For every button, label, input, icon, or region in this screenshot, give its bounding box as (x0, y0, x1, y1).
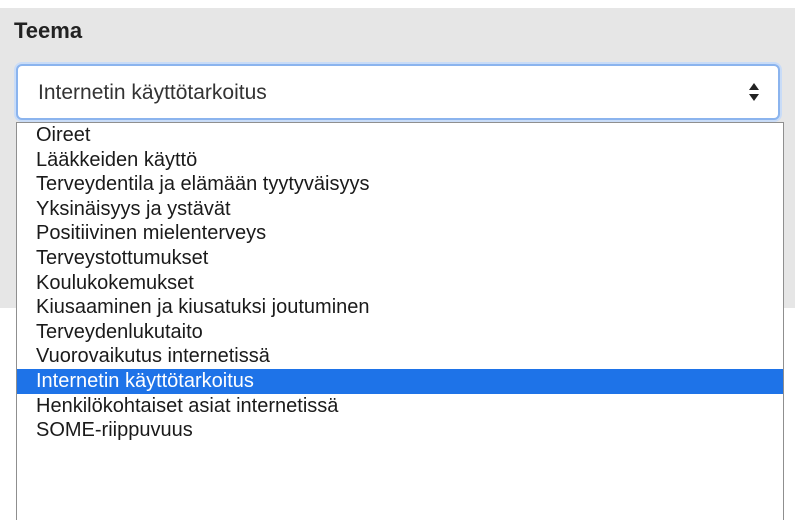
dropdown-option[interactable]: Terveystottumukset (17, 246, 783, 271)
dropdown-option[interactable]: Vuorovaikutus internetissä (17, 344, 783, 369)
dropdown-option[interactable]: Positiivinen mielenterveys (17, 221, 783, 246)
form-panel: Teema Internetin käyttötarkoitus Oireet … (0, 0, 795, 520)
dropdown-option[interactable]: Terveydentila ja elämään tyytyväisyys (17, 172, 783, 197)
dropdown-option[interactable]: Oireet (17, 123, 783, 148)
dropdown-option[interactable]: Lääkkeiden käyttö (17, 148, 783, 173)
up-down-arrows-icon (748, 79, 760, 105)
dropdown-option[interactable]: SOME-riippuvuus (17, 418, 783, 443)
dropdown-option[interactable]: Koulukokemukset (17, 271, 783, 296)
dropdown-option[interactable]: Yksinäisyys ja ystävät (17, 197, 783, 222)
field-label: Teema (14, 18, 83, 43)
dropdown-option[interactable]: Terveydenlukutaito (17, 320, 783, 345)
dropdown-option[interactable]: Henkilökohtaiset asiat internetissä (17, 394, 783, 419)
dropdown-option[interactable]: Kiusaaminen ja kiusatuksi joutuminen (17, 295, 783, 320)
dropdown-list: Oireet Lääkkeiden käyttö Terveydentila j… (16, 122, 784, 520)
dropdown-option-selected[interactable]: Internetin käyttötarkoitus (17, 368, 783, 394)
teema-select[interactable]: Internetin käyttötarkoitus (16, 64, 780, 120)
select-current-value: Internetin käyttötarkoitus (38, 81, 267, 104)
